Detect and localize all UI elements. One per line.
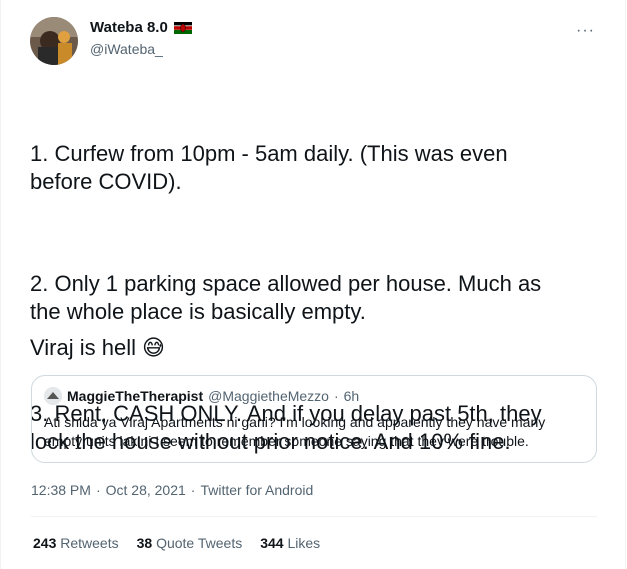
- tweet-paragraph-1: 1. Curfew from 10pm - 5am daily. (This w…: [30, 141, 508, 194]
- divider: [31, 516, 597, 517]
- tweet-card: Wateba 8.0 @iWateba_ ··· 1. Curfew from …: [0, 0, 626, 569]
- kenya-flag-icon: [173, 21, 192, 34]
- tweet-stats: 243 Retweets 38 Quote Tweets 344 Likes: [33, 535, 320, 551]
- author-name-row[interactable]: Wateba 8.0: [90, 19, 192, 36]
- quoted-display-name: MaggieTheTherapist: [67, 388, 204, 404]
- quote-tweets-label: Quote Tweets: [156, 535, 243, 551]
- quoted-avatar-image: [44, 387, 62, 405]
- likes-count: 344: [260, 535, 284, 551]
- meta-dot: ·: [95, 482, 101, 498]
- sweat-smile-emoji-icon: 😅: [141, 335, 165, 361]
- tweet-time[interactable]: 12:38 PM: [31, 482, 91, 498]
- retweets-stat[interactable]: 243 Retweets: [33, 535, 119, 551]
- quoted-tweet[interactable]: MaggieTheTherapist @MaggietheMezzo · 6h …: [31, 375, 597, 463]
- tweet-timestamp-row: 12:38 PM · Oct 28, 2021 · Twitter for Androi…: [31, 482, 313, 498]
- quote-tweets-count: 38: [136, 535, 153, 551]
- meta-dot: ·: [190, 482, 196, 498]
- avatar-image: [30, 17, 78, 65]
- tweet-closing-line: Viraj is hell 😅: [30, 335, 165, 361]
- quoted-handle: @MaggietheMezzo: [208, 388, 329, 404]
- quoted-text: Ati shida ya Viraj Apartments ni gani? I…: [44, 414, 546, 449]
- author-handle[interactable]: @iWateba_: [90, 41, 163, 57]
- retweets-count: 243: [33, 535, 57, 551]
- quoted-avatar: [44, 387, 62, 405]
- likes-stat[interactable]: 344 Likes: [260, 535, 320, 551]
- quoted-time: 6h: [343, 388, 360, 404]
- quote-tweets-stat[interactable]: 38 Quote Tweets: [137, 535, 243, 551]
- more-options-icon[interactable]: ···: [576, 22, 595, 40]
- tweet-date[interactable]: Oct 28, 2021: [106, 482, 186, 498]
- quoted-tweet-header: MaggieTheTherapist @MaggietheMezzo · 6h: [44, 387, 359, 405]
- tweet-paragraph-2: 2. Only 1 parking space allowed per hous…: [30, 271, 542, 324]
- author-display-name[interactable]: Wateba 8.0: [90, 19, 168, 36]
- avatar[interactable]: [30, 17, 78, 65]
- tweet-closing-text: Viraj is hell: [30, 335, 136, 360]
- quoted-dot: ·: [333, 388, 339, 404]
- retweets-label: Retweets: [60, 535, 119, 551]
- tweet-source[interactable]: Twitter for Android: [200, 482, 313, 498]
- tweet-text: 1. Curfew from 10pm - 5am daily. (This w…: [30, 84, 600, 530]
- likes-label: Likes: [287, 535, 321, 551]
